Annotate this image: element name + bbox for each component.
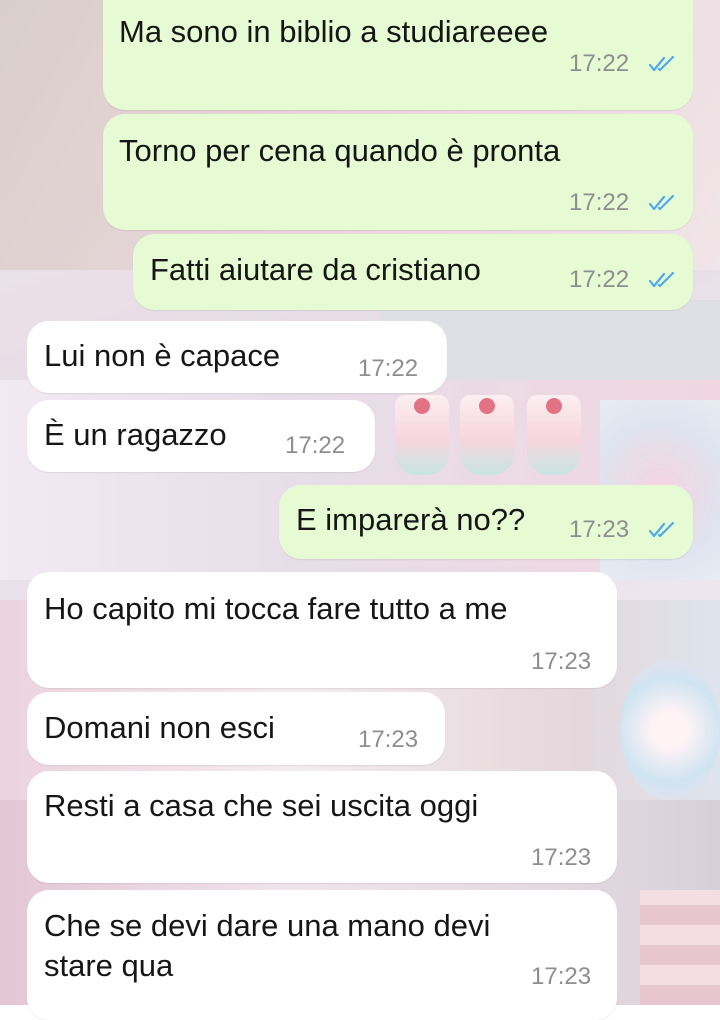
message-time: 17:23 <box>531 963 592 990</box>
message-bubble-outgoing[interactable]: Fatti aiutare da cristiano 17:22 <box>133 234 693 310</box>
message-time: 17:22 <box>358 355 419 382</box>
message-text: E imparerà no?? <box>296 502 526 537</box>
message-bubble-incoming[interactable]: Che se devi dare una mano devi stare qua… <box>27 890 617 1020</box>
message-text: Che se devi dare una mano devi stare qua <box>44 908 491 983</box>
message-time: 17:23 <box>569 516 630 543</box>
message-text: Ho capito mi tocca fare tutto a me <box>44 591 508 626</box>
message-text: Ma sono in biblio a studiareeee <box>119 14 549 49</box>
wallpaper-tile <box>640 890 720 1005</box>
double-check-icon <box>649 272 675 288</box>
message-bubble-incoming[interactable]: Lui non è capace 17:22 <box>27 321 447 393</box>
message-text: Torno per cena quando è pronta <box>119 133 561 168</box>
message-bubble-outgoing[interactable]: Ma sono in biblio a studiareeee 17:22 <box>103 0 693 110</box>
message-time: 17:22 <box>569 189 630 216</box>
message-text: Resti a casa che sei uscita oggi <box>44 788 479 823</box>
message-text: Fatti aiutare da cristiano <box>150 252 481 287</box>
message-time: 17:22 <box>569 266 630 293</box>
wallpaper-cherry <box>546 398 562 414</box>
wallpaper-cherry <box>414 398 430 414</box>
message-time: 17:23 <box>531 844 592 871</box>
message-bubble-incoming[interactable]: Ho capito mi tocca fare tutto a me 17:23 <box>27 572 617 688</box>
message-bubble-incoming[interactable]: Domani non esci 17:23 <box>27 692 445 765</box>
double-check-icon <box>649 522 675 538</box>
message-time: 17:23 <box>358 726 419 753</box>
message-bubble-incoming[interactable]: È un ragazzo 17:22 <box>27 400 375 472</box>
message-bubble-incoming[interactable]: Resti a casa che sei uscita oggi 17:23 <box>27 771 617 883</box>
message-text: È un ragazzo <box>44 417 227 452</box>
wallpaper-tile <box>620 660 720 800</box>
message-text: Lui non è capace <box>44 338 281 373</box>
double-check-icon <box>649 56 675 72</box>
message-time: 17:22 <box>569 50 630 77</box>
message-time: 17:23 <box>531 648 592 675</box>
double-check-icon <box>649 195 675 211</box>
message-bubble-outgoing[interactable]: Torno per cena quando è pronta 17:22 <box>103 114 693 230</box>
message-bubble-outgoing[interactable]: E imparerà no?? 17:23 <box>279 485 693 559</box>
wallpaper-cherry <box>479 398 495 414</box>
message-text: Domani non esci <box>44 710 275 745</box>
message-time: 17:22 <box>285 432 346 459</box>
